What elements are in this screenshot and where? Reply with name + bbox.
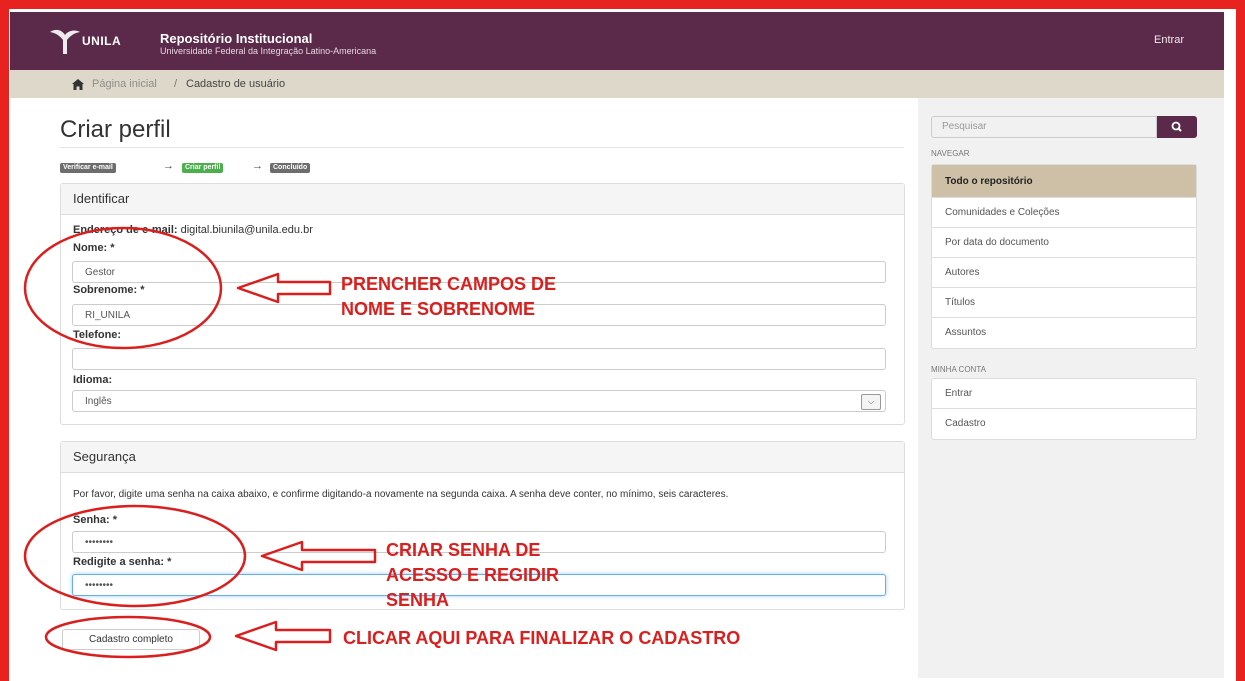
confirm-password-label: Redigite a senha: *	[73, 556, 172, 568]
annotation-submit: CLICAR AQUI PARA FINALIZAR O CADASTRO	[343, 628, 741, 648]
account-list: Entrar Cadastro	[931, 378, 1197, 440]
nav-item-communities[interactable]: Comunidades e Coleções	[932, 198, 1196, 228]
breadcrumb-separator: /	[174, 78, 178, 90]
annotation-name-line2: NOME E SOBRENOME	[341, 299, 536, 319]
email-value: digital.biunila@unila.edu.br	[180, 224, 313, 236]
nav-item-by-date[interactable]: Por data do documento	[932, 228, 1196, 258]
annotation-password-line2: ACESSO E REGIDIR	[386, 565, 560, 585]
password-label: Senha: *	[73, 514, 118, 526]
logo-bird-icon	[50, 29, 80, 54]
annotation-password-line1: CRIAR SENHA DE	[386, 540, 541, 560]
site-subtitle: Universidade Federal da Integração Latin…	[160, 46, 377, 56]
email-label: Endereço de e-mail:	[73, 224, 178, 236]
annotation-password-line3: SENHA	[386, 590, 450, 610]
title-divider	[60, 147, 904, 148]
nav-item-all-repository[interactable]: Todo o repositório	[932, 165, 1196, 198]
search-button[interactable]	[1157, 116, 1197, 138]
search-icon	[1171, 121, 1182, 132]
site-title[interactable]: Repositório Institucional	[160, 31, 312, 46]
step-verify-email: Verificar e-mail	[60, 163, 116, 173]
phone-label: Telefone:	[73, 329, 122, 341]
phone-input[interactable]	[72, 348, 886, 370]
step-create-profile: Criar perfil	[182, 163, 224, 173]
identify-heading: Identificar	[61, 184, 904, 215]
step-arrow-icon: →	[163, 160, 174, 172]
account-item-login[interactable]: Entrar	[932, 379, 1196, 409]
language-value: Inglês	[85, 396, 112, 407]
home-icon[interactable]	[72, 79, 84, 90]
step-arrow-icon: →	[252, 160, 263, 172]
language-label: Idioma:	[73, 374, 113, 386]
account-item-register[interactable]: Cadastro	[932, 409, 1196, 439]
nav-list: Todo o repositório Comunidades e Coleçõe…	[931, 164, 1197, 349]
email-row: Endereço de e-mail: digital.biunila@unil…	[73, 224, 313, 236]
nav-item-titles[interactable]: Títulos	[932, 288, 1196, 318]
annotation-name-line1: PRENCHER CAMPOS DE	[341, 274, 557, 294]
nav-item-authors[interactable]: Autores	[932, 258, 1196, 288]
account-heading: MINHA CONTA	[931, 365, 986, 374]
language-select[interactable]: Inglês ⌵	[72, 390, 886, 412]
surname-label: Sobrenome: *	[73, 284, 145, 296]
breadcrumb: Página inicial / Cadastro de usuário	[10, 70, 1224, 98]
breadcrumb-home-link[interactable]: Página inicial	[92, 78, 157, 90]
password-instructions: Por favor, digite uma senha na caixa aba…	[73, 489, 729, 500]
logo-text: UNILA	[82, 34, 122, 48]
nav-item-subjects[interactable]: Assuntos	[932, 318, 1196, 348]
security-heading: Segurança	[61, 442, 904, 473]
chevron-down-icon[interactable]: ⌵	[861, 394, 881, 410]
breadcrumb-current: Cadastro de usuário	[186, 78, 286, 90]
login-link[interactable]: Entrar	[1154, 34, 1184, 46]
name-label: Nome: *	[73, 242, 115, 254]
unila-logo[interactable]: UNILA	[48, 26, 138, 56]
search-input[interactable]: Pesquisar	[931, 116, 1157, 138]
nav-heading: NAVEGAR	[931, 149, 970, 158]
complete-registration-button[interactable]: Cadastro completo	[62, 629, 200, 650]
step-complete: Concluído	[270, 163, 311, 173]
header-bar: UNILA Repositório Institucional Universi…	[10, 12, 1224, 70]
page-title: Criar perfil	[60, 116, 171, 143]
